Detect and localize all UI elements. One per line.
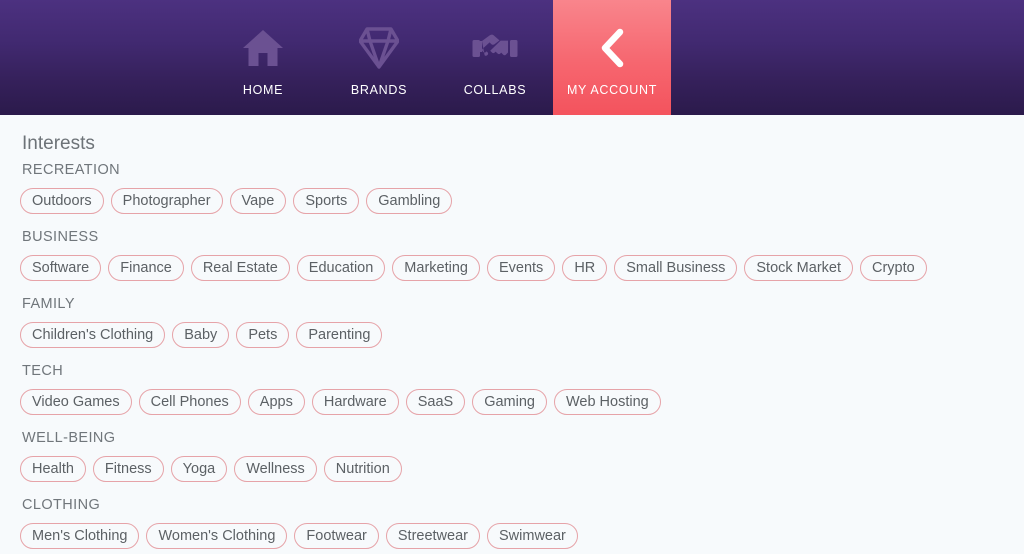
interest-category-list: RECREATION Outdoors Photographer Vape Sports…	[20, 158, 1024, 549]
tag-row: Health Fitness Yoga Wellness Nutrition	[20, 456, 1024, 482]
nav-label-my-account: MY ACCOUNT	[566, 82, 658, 97]
nav-item-brands[interactable]: BRANDS	[321, 0, 437, 115]
category-title: WELL-BEING	[22, 430, 116, 446]
interest-tag[interactable]: Nutrition	[323, 456, 402, 482]
nav-label-brands: BRANDS	[350, 82, 408, 97]
diamond-icon	[359, 25, 399, 71]
interest-category: TECH Video Games Cell Phones Apps Hardware Sa…	[20, 359, 1024, 415]
interest-tag[interactable]: Marketing	[392, 255, 480, 281]
interest-category: WELL-BEING Health Fitness Yoga Wellness Nutri…	[20, 426, 1024, 482]
interest-tag[interactable]: Stock Market	[744, 255, 853, 281]
category-title: BUSINESS	[22, 229, 99, 245]
interest-tag[interactable]: Men's Clothing	[20, 523, 140, 549]
nav-label-home: HOME	[242, 82, 284, 97]
interest-tag[interactable]: Vape	[229, 188, 287, 214]
category-title: RECREATION	[22, 162, 120, 178]
interest-tag[interactable]: Outdoors	[20, 188, 104, 214]
interest-tag[interactable]: Children's Clothing	[20, 322, 166, 348]
interest-tag[interactable]: Parenting	[296, 322, 383, 348]
nav-label-collabs: COLLABS	[463, 82, 527, 97]
tag-row: Outdoors Photographer Vape Sports Gambling	[20, 188, 1024, 214]
interest-tag[interactable]: Small Business	[614, 255, 738, 281]
category-title: CLOTHING	[22, 497, 101, 513]
chevron-left-icon	[595, 25, 629, 71]
interest-tag[interactable]: Wellness	[234, 456, 317, 482]
tag-row: Men's Clothing Women's Clothing Footwear St…	[20, 523, 1024, 549]
nav-item-collabs[interactable]: COLLABS	[437, 0, 553, 115]
interest-tag[interactable]: Yoga	[170, 456, 228, 482]
interest-tag[interactable]: Finance	[108, 255, 184, 281]
interest-category: RECREATION Outdoors Photographer Vape Sports…	[20, 158, 1024, 214]
interest-tag[interactable]: Streetwear	[385, 523, 480, 549]
interest-category: FAMILY Children's Clothing Baby Pets Parenti…	[20, 292, 1024, 348]
tag-row: Software Finance Real Estate Education Marke…	[20, 255, 1024, 281]
interest-tag[interactable]: Events	[486, 255, 556, 281]
home-icon	[242, 25, 284, 71]
interest-tag[interactable]: Swimwear	[487, 523, 578, 549]
interest-tag[interactable]: Women's Clothing	[146, 523, 288, 549]
interests-panel: Interests RECREATION Outdoors Photographer…	[0, 115, 1024, 549]
nav-item-my-account[interactable]: MY ACCOUNT	[553, 0, 671, 115]
nav-item-home[interactable]: HOME	[205, 0, 321, 115]
interest-tag[interactable]: HR	[562, 255, 608, 281]
interest-tag[interactable]: Hardware	[311, 389, 399, 415]
main-navigation-bar: HOME BRANDS COLLABS MY ACCOUNT	[0, 0, 1024, 115]
interest-tag[interactable]: Real Estate	[190, 255, 290, 281]
category-title: FAMILY	[22, 296, 75, 312]
interest-tag[interactable]: SaaS	[405, 389, 466, 415]
interest-tag[interactable]: Sports	[293, 188, 360, 214]
interest-tag[interactable]: Software	[20, 255, 102, 281]
interest-tag[interactable]: Gaming	[472, 389, 547, 415]
interest-tag[interactable]: Photographer	[110, 188, 223, 214]
page-title: Interests	[22, 133, 95, 154]
interest-tag[interactable]: Baby	[172, 322, 230, 348]
handshake-icon	[472, 25, 518, 71]
interest-tag[interactable]: Pets	[236, 322, 290, 348]
interest-tag[interactable]: Web Hosting	[553, 389, 661, 415]
interest-tag[interactable]: Footwear	[294, 523, 379, 549]
interest-tag[interactable]: Crypto	[860, 255, 927, 281]
interest-tag[interactable]: Cell Phones	[138, 389, 241, 415]
interest-tag[interactable]: Education	[296, 255, 386, 281]
category-title: TECH	[22, 363, 64, 379]
interest-tag[interactable]: Health	[20, 456, 86, 482]
interest-category: BUSINESS Software Finance Real Estate Educat…	[20, 225, 1024, 281]
tag-row: Children's Clothing Baby Pets Parenting	[20, 322, 1024, 348]
interest-tag[interactable]: Video Games	[20, 389, 132, 415]
interest-category: CLOTHING Men's Clothing Women's Clothing Fo…	[20, 493, 1024, 549]
tag-row: Video Games Cell Phones Apps Hardware SaaS Ga…	[20, 389, 1024, 415]
interest-tag[interactable]: Apps	[247, 389, 305, 415]
interest-tag[interactable]: Fitness	[92, 456, 164, 482]
interest-tag[interactable]: Gambling	[366, 188, 453, 214]
